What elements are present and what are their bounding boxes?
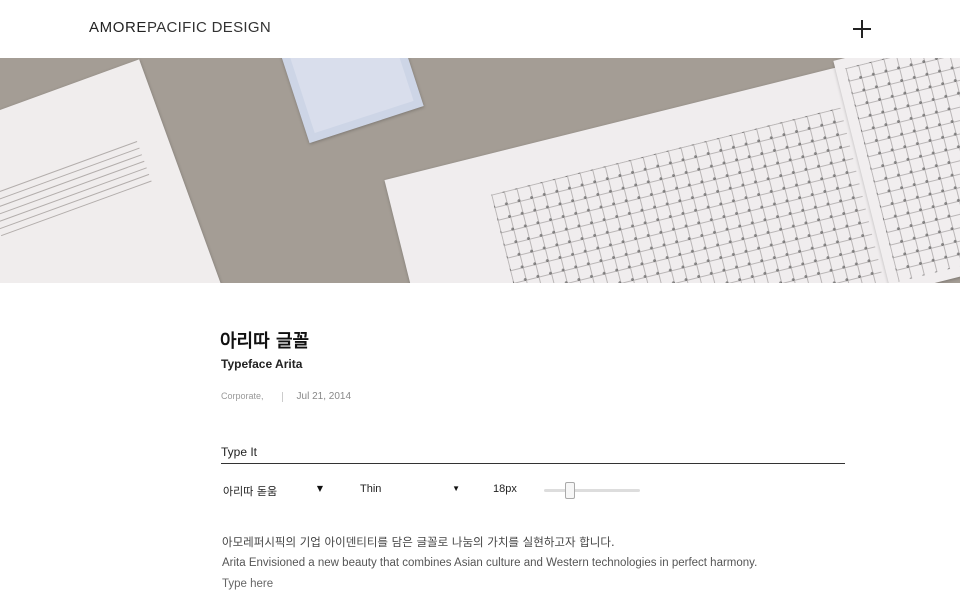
page-title-english: Typeface Arita: [221, 357, 303, 371]
font-size-slider[interactable]: [544, 489, 640, 492]
caret-down-icon: ▼: [452, 484, 460, 493]
site-header: AMOREPACIFIC DESIGN: [0, 0, 960, 58]
hero-image: [0, 58, 960, 283]
plus-icon[interactable]: [852, 19, 872, 39]
sample-text-english: Arita Envisioned a new beauty that combi…: [222, 557, 758, 569]
article-meta: Corporate, Jul 21, 2014: [221, 391, 351, 402]
font-family-value: 아리따 돋움: [223, 485, 278, 498]
type-it-divider: [221, 463, 845, 464]
sample-placeholder[interactable]: Type here: [222, 574, 862, 595]
caret-down-icon: ▼: [316, 484, 323, 493]
article-date: Jul 21, 2014: [296, 391, 352, 402]
hero-paper-left: [0, 59, 225, 283]
font-size-label: 18px: [493, 483, 517, 495]
logo-pacific-design: PACIFIC DESIGN: [147, 19, 271, 36]
category-link[interactable]: Corporate,: [221, 391, 264, 401]
logo-amore: AMORE: [89, 19, 148, 36]
font-weight-value: Thin: [360, 483, 382, 495]
hero-paper-blue: [266, 58, 424, 144]
type-it-heading: Type It: [221, 445, 258, 459]
page-title-korean: 아리따 글꼴: [220, 331, 310, 352]
font-family-select[interactable]: 아리따 돋움 ▼: [223, 483, 323, 499]
font-weight-select[interactable]: Thin ▼: [360, 483, 460, 499]
meta-divider: [281, 391, 283, 402]
sample-text-korean: 아모레퍼시픽의 기업 아이덴티티를 담은 글꼴로 나눔의 가치를 실현하고자 합…: [222, 535, 615, 549]
font-size-slider-thumb[interactable]: [564, 482, 575, 499]
type-sample-area[interactable]: 아모레퍼시픽의 기업 아이덴티티를 담은 글꼴로 나눔의 가치를 실현하고자 합…: [222, 532, 862, 595]
hero-paper-specimen: [384, 63, 916, 283]
brand-logo[interactable]: AMOREPACIFIC DESIGN: [89, 19, 271, 36]
